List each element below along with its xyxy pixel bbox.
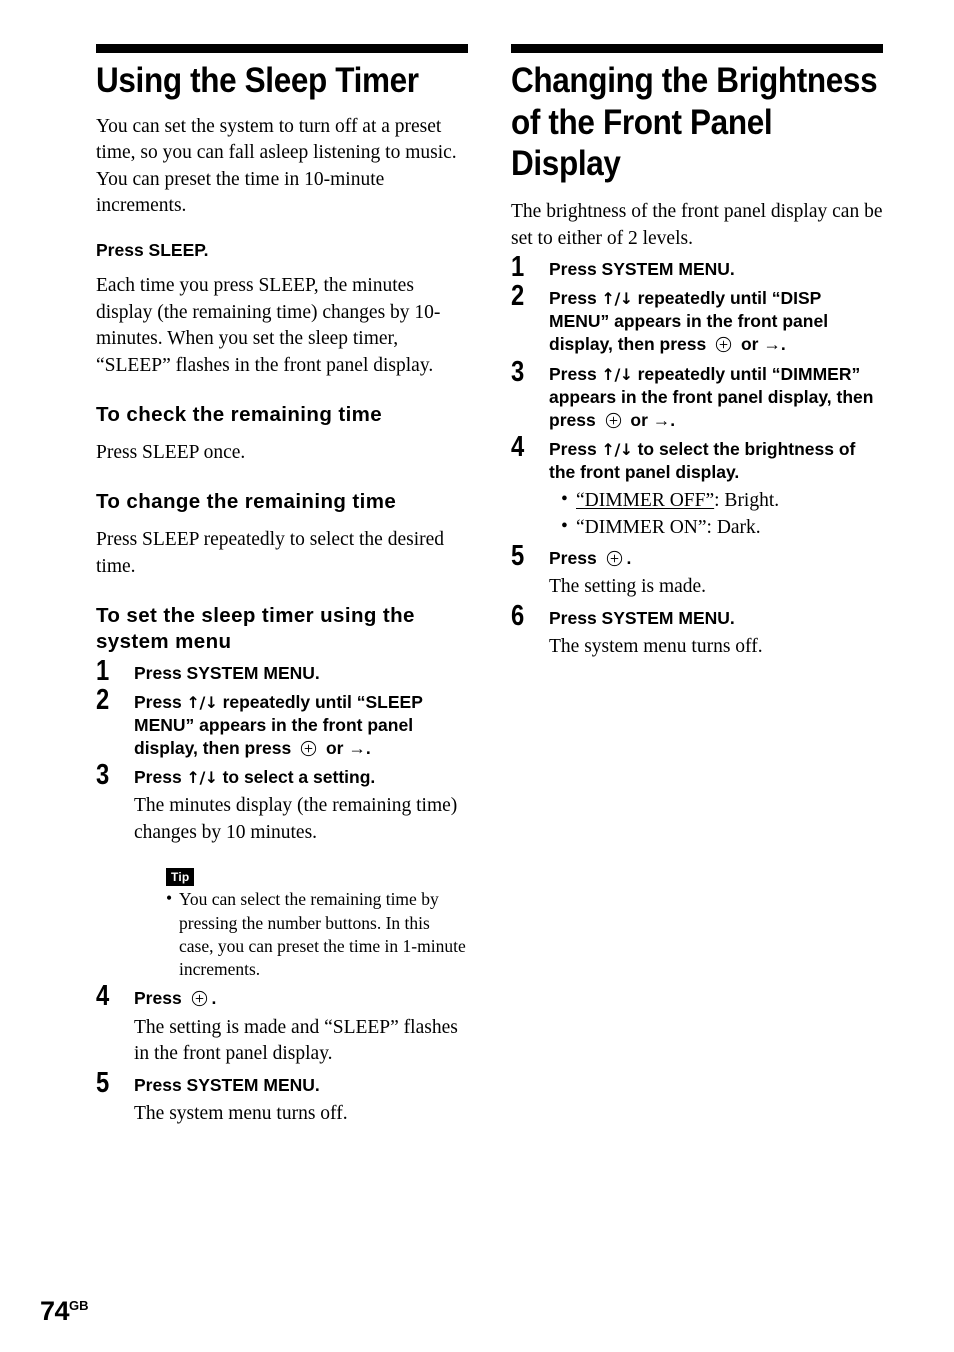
step-item: 2 Press ↑/↓ repeatedly until “SLEEP MENU… <box>96 686 468 760</box>
step-text: to select a setting. <box>217 767 376 788</box>
step-item: 3 Press ↑/↓ repeatedly until “DIMMER” ap… <box>511 357 883 432</box>
enter-circle-plus-icon <box>606 550 623 567</box>
press-sleep-body: Each time you press SLEEP, the minutes d… <box>96 275 441 376</box>
step-text: Press <box>134 988 187 1009</box>
step-number: 5 <box>96 1066 110 1099</box>
tip-item: You can select the remaining time by pre… <box>166 887 468 981</box>
step-text: . <box>626 548 632 569</box>
change-remaining-time-heading: To change the remaining time <box>96 489 397 513</box>
step-note: The system menu turns off. <box>549 635 763 657</box>
step-heading: Press . <box>134 987 468 1010</box>
step-heading: Press SYSTEM MENU. <box>549 258 883 281</box>
check-remaining-time-body: Press SLEEP once. <box>96 442 246 464</box>
step-item: 1 Press SYSTEM MENU. <box>511 253 883 282</box>
step-item: 4 Press ↑/↓ to select the brightness of … <box>511 432 883 542</box>
step-item: 3 Press ↑/↓ to select a setting. The min… <box>96 761 468 981</box>
tip-badge: Tip <box>166 868 195 887</box>
intro-paragraph-right: The brightness of the front panel displa… <box>511 200 883 249</box>
step-number: 6 <box>511 599 525 632</box>
brightness-option: “DIMMER ON”: Dark. <box>561 514 883 542</box>
step-number: 5 <box>511 540 525 573</box>
step-item: 6 Press SYSTEM MENU. The system menu tur… <box>511 601 883 661</box>
brightness-option: “DIMMER OFF”: Bright. <box>561 487 883 515</box>
page-title-left: Using the Sleep Timer <box>96 61 419 100</box>
step-heading: Press ↑/↓ repeatedly until “SLEEP MENU” … <box>134 691 468 760</box>
step-note: The minutes display (the remaining time)… <box>134 795 458 843</box>
step-text: Press SYSTEM MENU. <box>134 1074 320 1095</box>
option-desc: : Dark. <box>706 516 761 538</box>
page-footer: 74GB <box>40 1298 89 1325</box>
step-number: 3 <box>511 355 525 388</box>
step-note: The setting is made and “SLEEP” flashes … <box>134 1016 458 1065</box>
step-item: 2 Press ↑/↓ repeatedly until “DISP MENU”… <box>511 282 883 356</box>
brightness-options-list: “DIMMER OFF”: Bright. “DIMMER ON”: Dark. <box>549 487 883 542</box>
press-sleep-heading: Press SLEEP. <box>96 240 209 261</box>
step-note: The system menu turns off. <box>134 1102 348 1124</box>
step-number: 4 <box>96 980 110 1013</box>
up-down-arrows-icon: ↑/↓ <box>186 693 219 712</box>
step-text: Press <box>549 548 602 569</box>
step-heading: Press SYSTEM MENU. <box>134 662 468 685</box>
up-down-arrows-icon: ↑/↓ <box>186 768 219 788</box>
option-value: “DIMMER OFF” <box>576 489 715 511</box>
step-number: 4 <box>511 430 525 463</box>
right-steps-list: 1 Press SYSTEM MENU. 2 Press ↑/↓ repeate… <box>511 253 883 661</box>
check-remaining-time-heading: To check the remaining time <box>96 402 383 426</box>
option-value: “DIMMER ON” <box>576 516 707 538</box>
change-remaining-time-body: Press SLEEP repeatedly to select the des… <box>96 529 445 578</box>
step-number: 1 <box>511 251 525 284</box>
page-title-right: Changing the Brightness of the Front Pan… <box>511 61 878 184</box>
page-region-code: GB <box>69 1298 89 1313</box>
step-text: or →. <box>625 409 676 430</box>
up-down-arrows-icon: ↑/↓ <box>601 289 634 309</box>
enter-circle-plus-icon <box>300 740 317 757</box>
step-text: Press SYSTEM MENU. <box>549 607 735 628</box>
step-number: 2 <box>511 280 525 313</box>
left-steps-list: 1 Press SYSTEM MENU. 2 Press ↑/↓ repeate… <box>96 656 468 1128</box>
step-text: Press <box>549 363 602 384</box>
right-column: Changing the Brightness of the Front Pan… <box>511 44 883 660</box>
enter-circle-plus-icon <box>191 990 208 1007</box>
step-text: or →. <box>321 738 371 759</box>
step-heading: Press . <box>549 547 883 570</box>
system-menu-heading: To set the sleep timer using the system … <box>96 603 415 654</box>
enter-circle-plus-icon <box>605 412 622 429</box>
enter-circle-plus-icon <box>715 336 732 353</box>
intro-paragraph-left: You can set the system to turn off at a … <box>96 115 457 217</box>
step-number: 2 <box>96 684 110 716</box>
step-text: Press SYSTEM MENU. <box>549 259 735 280</box>
section-rule-left <box>96 44 468 53</box>
left-column: Using the Sleep Timer You can set the sy… <box>96 44 468 1127</box>
step-heading: Press SYSTEM MENU. <box>134 1074 468 1097</box>
manual-page: Using the Sleep Timer You can set the sy… <box>0 0 954 1352</box>
step-text: Press <box>134 767 187 788</box>
step-text: Press SYSTEM MENU. <box>134 662 320 683</box>
step-note: The setting is made. <box>549 576 707 598</box>
tip-list: You can select the remaining time by pre… <box>166 887 468 981</box>
step-item: 1 Press SYSTEM MENU. <box>96 656 468 685</box>
step-text: . <box>211 988 217 1009</box>
page-number: 74GB <box>40 1296 89 1326</box>
up-down-arrows-icon: ↑/↓ <box>601 364 634 384</box>
section-rule-right <box>511 44 883 53</box>
step-heading: Press ↑/↓ repeatedly until “DISP MENU” a… <box>549 287 883 356</box>
step-text: Press <box>134 692 187 712</box>
step-text: or →. <box>736 334 786 355</box>
step-item: 5 Press . The setting is made. <box>511 542 883 601</box>
option-desc: : Bright. <box>714 489 780 511</box>
step-heading: Press ↑/↓ repeatedly until “DIMMER” appe… <box>549 363 883 432</box>
step-item: 5 Press SYSTEM MENU. The system menu tur… <box>96 1068 468 1128</box>
step-heading: Press ↑/↓ to select the brightness of th… <box>549 438 883 484</box>
tip-block: Tip You can select the remaining time by… <box>166 868 468 981</box>
step-number: 3 <box>96 759 110 792</box>
step-text: Press <box>549 288 602 309</box>
step-heading: Press SYSTEM MENU. <box>549 607 883 630</box>
step-number: 1 <box>96 654 110 687</box>
up-down-arrows-icon: ↑/↓ <box>601 439 634 459</box>
step-item: 4 Press . The setting is made and “SLEEP… <box>96 982 468 1067</box>
step-text: Press <box>549 438 602 459</box>
step-heading: Press ↑/↓ to select a setting. <box>134 766 468 789</box>
page-number-value: 74 <box>40 1296 70 1326</box>
